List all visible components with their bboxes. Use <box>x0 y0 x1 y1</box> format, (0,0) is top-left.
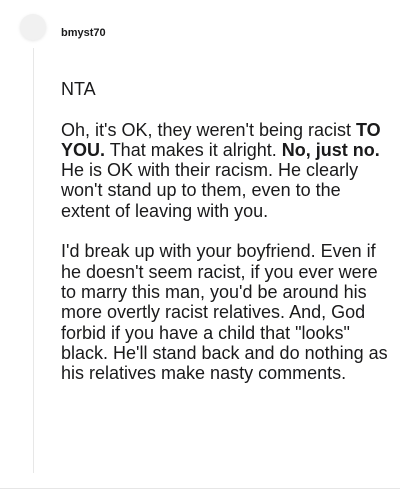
comment-username[interactable]: bmyst70 <box>61 27 106 39</box>
comment-paragraph-advice: I'd break up with your boyfriend. Even i… <box>61 241 388 384</box>
comment-paragraph-reasoning: Oh, it's OK, they weren't being racist T… <box>61 120 393 221</box>
reasoning-text-3: He is OK with their racism. He clearly w… <box>61 160 359 221</box>
thread-collapse-line[interactable] <box>33 48 34 473</box>
reasoning-emphasis-2: No, just no. <box>281 139 380 160</box>
comment-paragraph-verdict: NTA <box>61 79 96 99</box>
comment-body: NTA Oh, it's OK, they weren't being raci… <box>61 79 393 404</box>
user-avatar[interactable] <box>20 14 46 40</box>
reasoning-text-2: That makes it alright. <box>105 139 282 160</box>
comment-card: bmyst70 NTA Oh, it's OK, they weren't be… <box>0 0 400 489</box>
reasoning-text-1: Oh, it's OK, they weren't being racist <box>61 119 356 140</box>
